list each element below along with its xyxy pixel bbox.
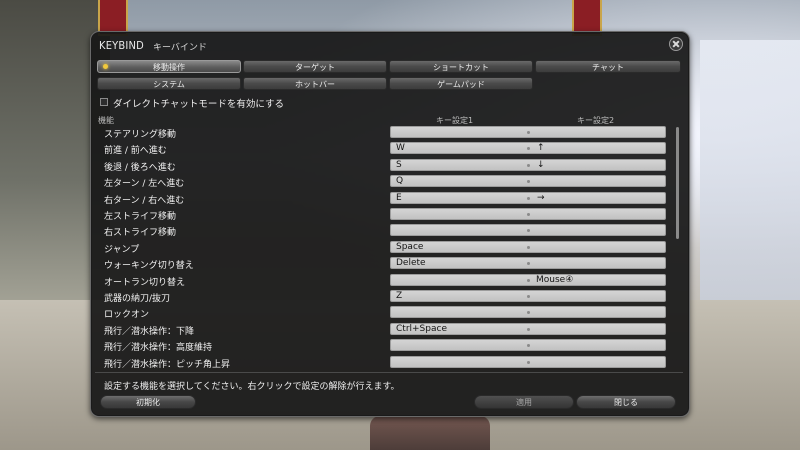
- direct-chat-label[interactable]: ダイレクトチャットモードを有効にする: [113, 96, 284, 110]
- keybind-slot[interactable]: Mouse④: [390, 273, 666, 286]
- slot-separator-icon: [527, 163, 530, 167]
- keybind-row-label[interactable]: ロックオン: [104, 307, 149, 320]
- apply-button-label: 適用: [516, 398, 532, 407]
- reset-button[interactable]: 初期化: [100, 395, 196, 409]
- slot-separator-icon: [527, 311, 530, 315]
- slot-separator-icon: [527, 213, 530, 216]
- key1-value: Delete: [396, 258, 426, 269]
- slot-separator-icon: [527, 196, 530, 200]
- close-button[interactable]: 閉じる: [576, 395, 676, 409]
- keybind-row-label[interactable]: オートラン切り替え: [104, 275, 185, 288]
- keybind-slot[interactable]: [390, 224, 666, 237]
- tab-hotbar[interactable]: ホットバー: [243, 77, 387, 90]
- tab-chat[interactable]: チャット: [535, 60, 681, 73]
- key1-value: Ctrl+Space: [396, 323, 447, 334]
- keybind-slot[interactable]: S ↓: [390, 158, 666, 171]
- keybind-slot[interactable]: Ctrl+Space: [390, 322, 666, 335]
- keybind-slot[interactable]: [390, 306, 666, 319]
- keybind-row-label[interactable]: 前進 / 前へ進む: [104, 143, 167, 156]
- tab-system[interactable]: システム: [97, 77, 241, 90]
- keybind-row-label[interactable]: 飛行／潜水操作：ピッチ角上昇: [104, 357, 230, 370]
- keybind-row-label[interactable]: ステアリング移動: [104, 127, 176, 140]
- keybind-slot[interactable]: Z: [390, 290, 666, 302]
- title-bar[interactable]: KEYBIND キーバインド: [91, 32, 689, 56]
- close-button-label: 閉じる: [614, 398, 638, 407]
- column-header-key1: キー設定1: [436, 116, 474, 125]
- tab-label: ゲームパッド: [437, 80, 485, 89]
- tab-label: 移動操作: [153, 63, 185, 72]
- keybind-row-label[interactable]: 後退 / 後ろへ進む: [104, 160, 176, 173]
- slot-separator-icon: [527, 262, 530, 266]
- slot-separator-icon: [527, 180, 530, 184]
- keybind-row-label[interactable]: ジャンプ: [104, 242, 139, 255]
- key2-value: ↑: [537, 143, 545, 154]
- tab-shortcut[interactable]: ショートカット: [389, 60, 533, 73]
- slot-separator-icon: [527, 229, 530, 233]
- apply-button[interactable]: 適用: [474, 395, 574, 409]
- keybind-row-label[interactable]: 右ターン / 右へ進む: [104, 193, 184, 206]
- keybind-slot[interactable]: W ↑: [390, 142, 666, 155]
- column-header-function: 機能: [98, 116, 114, 125]
- close-icon[interactable]: [669, 37, 683, 51]
- key1-value: E: [396, 192, 402, 203]
- tab-gamepad[interactable]: ゲームパッド: [389, 77, 533, 90]
- slot-separator-icon: [527, 131, 530, 134]
- slot-separator-icon: [527, 360, 530, 364]
- slot-separator-icon: [527, 147, 530, 151]
- active-tab-marker-icon: [103, 64, 108, 69]
- keybind-slot[interactable]: E →: [390, 191, 666, 204]
- tab-label: ターゲット: [295, 63, 335, 72]
- keybind-slot[interactable]: [390, 126, 666, 138]
- reset-button-label: 初期化: [136, 398, 160, 407]
- keybind-slot[interactable]: [390, 208, 666, 220]
- key2-value: Mouse④: [536, 274, 574, 285]
- tab-label: ショートカット: [433, 63, 489, 72]
- help-message: 設定する機能を選択してください。右クリックで設定の解除が行えます。: [104, 382, 400, 392]
- column-header-key2: キー設定2: [577, 116, 615, 125]
- slot-separator-icon: [527, 344, 530, 348]
- keybind-row-label[interactable]: 右ストライフ移動: [104, 225, 176, 238]
- background-tower: [700, 40, 800, 300]
- key1-value: Z: [396, 291, 403, 301]
- slot-separator-icon: [527, 278, 530, 282]
- keybind-slot[interactable]: Delete: [390, 257, 666, 270]
- keybind-row-label[interactable]: 武器の納刀/抜刀: [104, 291, 170, 304]
- window-subtitle: キーバインド: [153, 43, 207, 53]
- keybind-slot[interactable]: [390, 339, 666, 352]
- key2-value: ↓: [537, 159, 545, 170]
- key1-value: W: [396, 143, 405, 154]
- keybind-row-label[interactable]: 左ストライフ移動: [104, 209, 176, 222]
- keybind-row-label[interactable]: 左ターン / 左へ進む: [104, 176, 184, 189]
- keybind-slot[interactable]: Q: [390, 175, 666, 188]
- tab-target[interactable]: ターゲット: [243, 60, 387, 73]
- window-title: KEYBIND: [99, 39, 144, 52]
- slot-separator-icon: [527, 245, 530, 249]
- keybind-slot[interactable]: Space: [390, 240, 666, 253]
- keybind-slot[interactable]: [390, 355, 666, 368]
- key1-value: S: [396, 159, 402, 170]
- slot-separator-icon: [527, 327, 530, 331]
- scrollbar[interactable]: [676, 127, 679, 239]
- keybind-row-label[interactable]: 飛行／潜水操作：高度維持: [104, 340, 212, 353]
- key2-value: →: [537, 192, 545, 203]
- tab-label: システム: [153, 80, 185, 89]
- footer-divider: [95, 372, 683, 373]
- keybind-row-label[interactable]: ウォーキング切り替え: [104, 258, 194, 271]
- background-character: [370, 416, 490, 450]
- direct-chat-checkbox[interactable]: [100, 98, 108, 106]
- key1-value: Space: [396, 241, 424, 252]
- key1-value: Q: [396, 176, 404, 187]
- tab-label: チャット: [592, 63, 624, 72]
- tab-label: ホットバー: [295, 80, 335, 89]
- tab-movement[interactable]: 移動操作: [97, 60, 241, 73]
- keybind-row-label[interactable]: 飛行／潜水操作：下降: [104, 324, 194, 337]
- slot-separator-icon: [527, 295, 530, 298]
